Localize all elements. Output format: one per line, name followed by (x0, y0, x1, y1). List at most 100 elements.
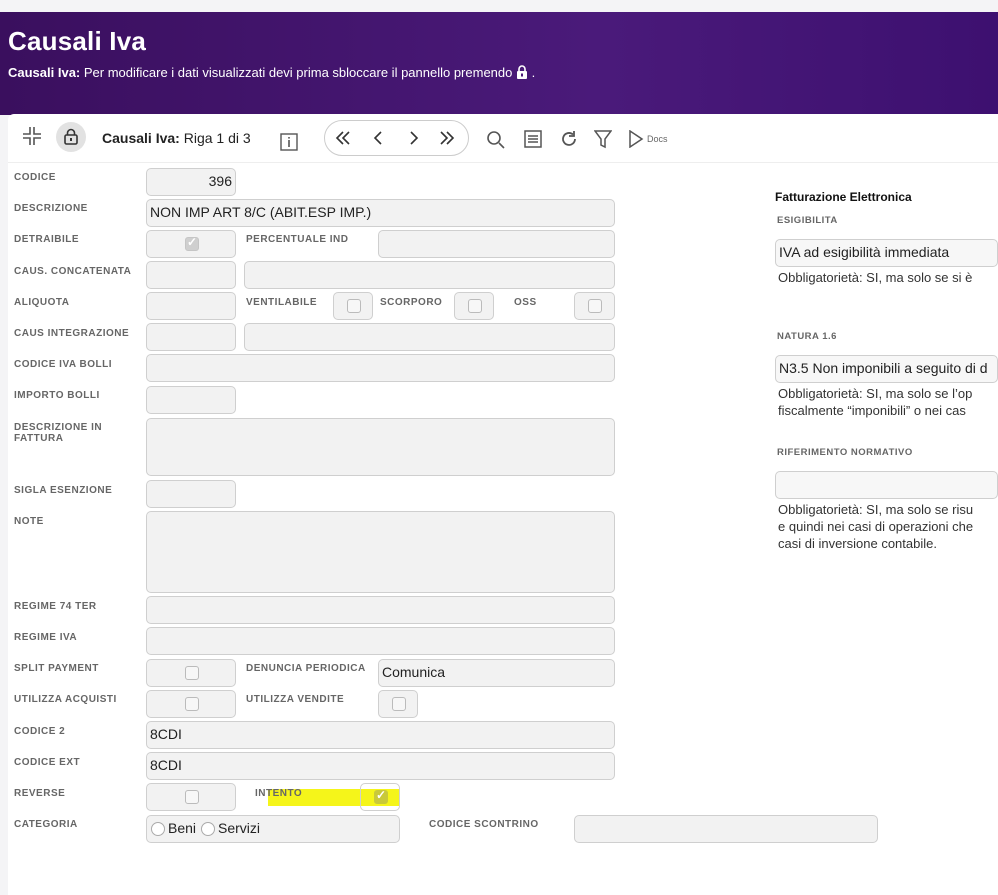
split-payment-checkbox[interactable] (185, 666, 199, 680)
regime-iva-field[interactable] (146, 627, 615, 655)
riferimento-note-line3: casi di inversione contabile. (778, 536, 937, 551)
descrizione-fattura-label: DESCRIZIONE IN FATTURA (14, 422, 102, 444)
reverse-checkbox[interactable] (185, 790, 199, 804)
sigla-esenzione-label: SIGLA ESENZIONE (14, 485, 113, 496)
record-counter: Riga 1 di 3 (183, 130, 251, 146)
fattura-elettronica-title: Fatturazione Elettronica (775, 190, 912, 204)
utilizza-acquisti-checkbox[interactable] (185, 697, 199, 711)
riferimento-normativo-note: Obbligatorietà: SI, ma solo se risu e qu… (778, 501, 973, 552)
docs-label[interactable]: Docs (647, 134, 668, 144)
unlock-button[interactable] (56, 122, 86, 152)
codice-ext-field[interactable]: 8CDI (146, 752, 615, 780)
regime-74-ter-field[interactable] (146, 596, 615, 624)
caus-integrazione-label: CAUS INTEGRAZIONE (14, 328, 130, 339)
search-icon[interactable] (486, 130, 506, 150)
ventilabile-label: VENTILABILE (246, 297, 318, 308)
page-title: Causali Iva (8, 26, 147, 56)
natura-note-line1: Obbligatorietà: SI, ma solo se l’op (778, 386, 973, 401)
categoria-beni-radio[interactable] (151, 822, 165, 836)
utilizza-acquisti-label: UTILIZZA ACQUISTI (14, 694, 117, 705)
caus-integrazione-code[interactable] (146, 323, 236, 351)
last-record-icon[interactable] (439, 130, 455, 146)
split-payment-label: SPLIT PAYMENT (14, 663, 99, 674)
page-subtitle: Causali Iva: Per modificare i dati visua… (8, 65, 535, 80)
lock-icon (517, 65, 527, 79)
codice-scontrino-field[interactable] (574, 815, 878, 843)
esigibilita-note: Obbligatorietà: SI, ma solo se si è (778, 270, 973, 285)
subtitle-text: Per modificare i dati visualizzati devi … (83, 65, 513, 80)
descrizione-label: DESCRIZIONE (14, 203, 88, 214)
lock-icon (64, 128, 78, 145)
esigibilita-field[interactable]: IVA ad esigibilità immediata (775, 239, 998, 267)
filter-icon[interactable] (594, 129, 612, 149)
natura-note: Obbligatorietà: SI, ma solo se l’op fisc… (778, 385, 972, 419)
detraibile-label: DETRAIBILE (14, 234, 79, 245)
esigibilita-label: ESIGIBILITA (777, 215, 838, 226)
docs-icon[interactable] (628, 130, 644, 148)
prev-record-icon[interactable] (371, 130, 387, 146)
descrizione-fattura-label-line1: DESCRIZIONE IN (14, 422, 103, 433)
subtitle-end: . (531, 65, 536, 80)
next-record-icon[interactable] (405, 130, 421, 146)
natura-label: NATURA 1.6 (777, 331, 837, 342)
codice-iva-bolli-field[interactable] (146, 354, 615, 382)
ventilabile-checkbox[interactable] (347, 299, 361, 313)
sigla-esenzione-field[interactable] (146, 480, 236, 508)
denuncia-periodica-label: DENUNCIA PERIODICA (246, 663, 366, 674)
subtitle-entity: Causali Iva: (8, 65, 81, 80)
categoria-radio-group: Beni Servizi (146, 815, 400, 843)
codice-label: CODICE (14, 172, 56, 183)
utilizza-vendite-checkbox[interactable] (392, 697, 406, 711)
natura-note-line2: fiscalmente “imponibili” o nei cas (778, 403, 966, 418)
refresh-icon[interactable] (559, 129, 579, 149)
intento-checkbox[interactable] (374, 788, 388, 804)
intento-box (360, 783, 400, 811)
oss-checkbox[interactable] (588, 299, 602, 313)
categoria-label: CATEGORIA (14, 819, 78, 830)
percentuale-ind-field[interactable] (378, 230, 615, 258)
intento-label: INTENTO (255, 788, 303, 799)
descrizione-fattura-field[interactable] (146, 418, 615, 476)
descrizione-fattura-label-line2: FATTURA (14, 433, 64, 444)
list-icon[interactable] (524, 130, 542, 148)
denuncia-periodica-field[interactable]: Comunica (378, 659, 615, 687)
natura-field[interactable]: N3.5 Non imponibili a seguito di d (775, 355, 998, 383)
note-label: NOTE (14, 516, 44, 527)
aliquota-field[interactable] (146, 292, 236, 320)
percentuale-ind-label: PERCENTUALE IND (246, 234, 349, 245)
caus-concatenata-code[interactable] (146, 261, 236, 289)
caus-integrazione-field[interactable] (244, 323, 615, 351)
reverse-label: REVERSE (14, 788, 66, 799)
reverse-box (146, 783, 236, 811)
aliquota-label: ALIQUOTA (14, 297, 70, 308)
first-record-icon[interactable] (335, 130, 351, 146)
toolbar: Causali Iva: Riga 1 di 3 Docs (8, 114, 998, 163)
codice-field[interactable]: 396 (146, 168, 236, 196)
utilizza-vendite-label: UTILIZZA VENDITE (246, 694, 345, 705)
record-entity: Causali Iva: (102, 130, 180, 146)
scorporo-checkbox[interactable] (468, 299, 482, 313)
caus-concatenata-field[interactable] (244, 261, 615, 289)
riferimento-note-line1: Obbligatorietà: SI, ma solo se risu (778, 502, 974, 517)
riferimento-normativo-field[interactable] (775, 471, 998, 499)
importo-bolli-label: IMPORTO BOLLI (14, 390, 100, 401)
info-icon[interactable] (280, 133, 298, 151)
detraibile-checkbox[interactable] (185, 235, 199, 251)
scorporo-label: SCORPORO (380, 297, 443, 308)
utilizza-vendite-box (378, 690, 418, 718)
caus-concatenata-label: CAUS. CONCATENATA (14, 266, 132, 277)
riferimento-normativo-label: RIFERIMENTO NORMATIVO (777, 447, 913, 458)
codice-2-field[interactable]: 8CDI (146, 721, 615, 749)
descrizione-field[interactable]: NON IMP ART 8/C (ABIT.ESP IMP.) (146, 199, 615, 227)
scorporo-box (454, 292, 494, 320)
codice-iva-bolli-label: CODICE IVA BOLLI (14, 359, 112, 370)
importo-bolli-field[interactable] (146, 386, 236, 414)
codice-2-label: CODICE 2 (14, 726, 66, 737)
record-navigation (324, 120, 469, 156)
riferimento-note-line2: e quindi nei casi di operazioni che (778, 519, 974, 534)
note-field[interactable] (146, 511, 615, 593)
categoria-servizi-radio[interactable] (201, 822, 215, 836)
codice-scontrino-label: CODICE SCONTRINO (429, 819, 539, 830)
collapse-icon[interactable] (22, 126, 42, 146)
regime-74-ter-label: REGIME 74 TER (14, 601, 97, 612)
